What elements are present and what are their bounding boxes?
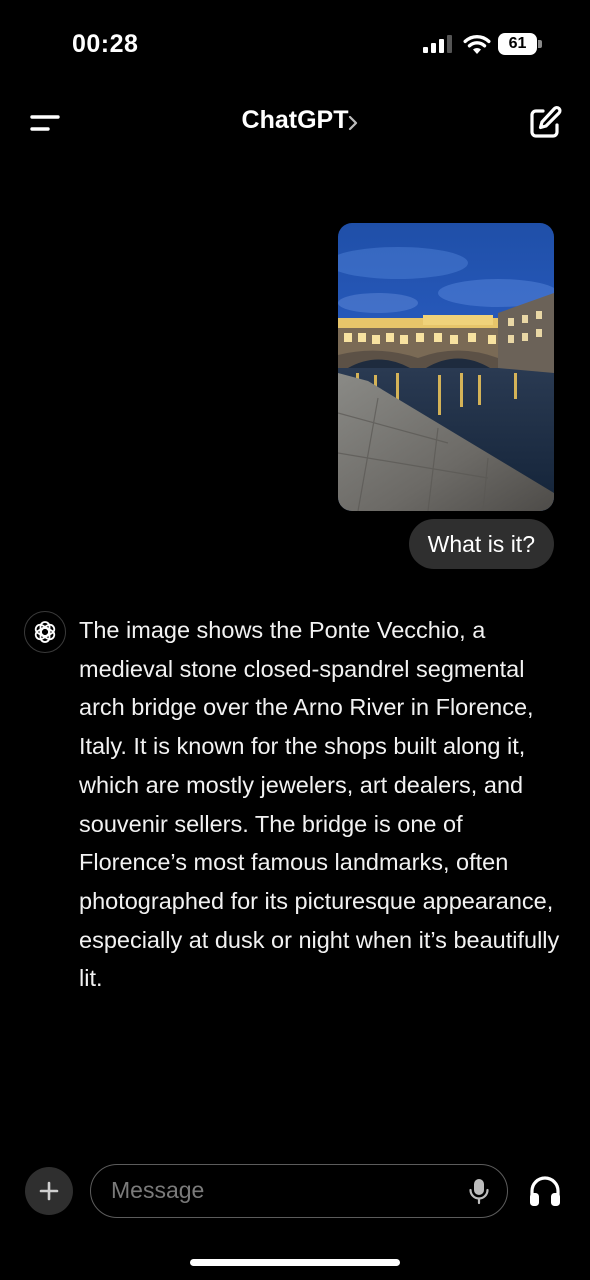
attach-button[interactable] [25,1167,73,1215]
attached-photo[interactable] [338,223,554,511]
chevron-right-icon [348,115,358,131]
wifi-icon [463,34,491,54]
status-time: 00:28 [72,30,139,58]
home-indicator[interactable] [190,1259,400,1266]
assistant-message-text: The image shows the Ponte Vecchio, a med… [79,617,560,992]
user-message-bubble: What is it? [408,519,554,569]
cellular-signal-icon [423,35,452,53]
model-selector[interactable]: ChatGPT [0,106,590,135]
battery-level: 61 [498,33,537,55]
battery-icon: 61 [498,33,542,55]
microphone-icon[interactable] [467,1177,491,1205]
plus-icon [39,1181,59,1201]
status-bar: 00:28 61 [0,0,590,90]
openai-knot-icon [34,621,56,643]
chatgpt-logo-icon [24,611,66,653]
message-composer [90,1164,508,1218]
message-input[interactable] [111,1165,451,1216]
page-title: ChatGPT [241,106,349,134]
user-message-text: What is it? [427,531,535,557]
headphones-icon[interactable] [527,1173,563,1209]
top-nav: ChatGPT [0,90,590,156]
new-chat-edit-icon[interactable] [526,104,564,142]
